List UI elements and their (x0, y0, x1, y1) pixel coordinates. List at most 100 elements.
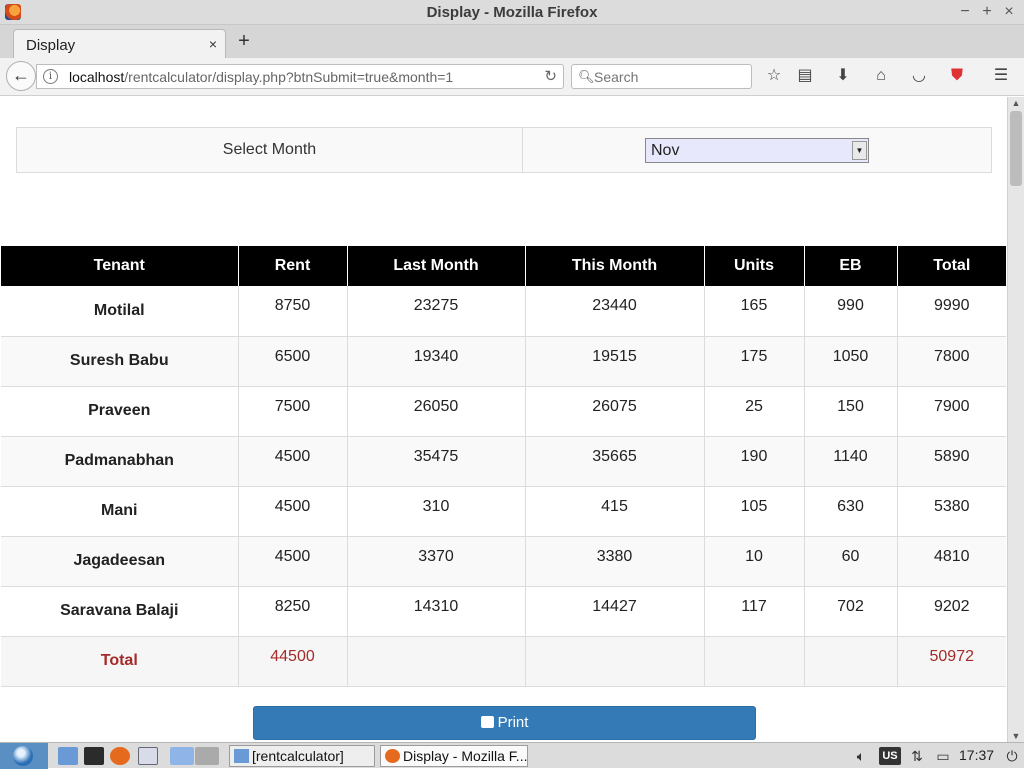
cell-total: 9990 (896, 286, 1006, 337)
table-row: Saravana Balaji 8250 14310 14427 117 702… (1, 586, 1006, 637)
url-bar[interactable]: i localhost/rentcalculator/display.php?b… (36, 64, 564, 89)
header-units: Units (703, 246, 804, 286)
cell-total: 4810 (896, 536, 1006, 587)
cell-tenant: Jagadeesan (1, 536, 238, 587)
cell-eb: 702 (803, 586, 897, 637)
task-label: [rentcalculator] (252, 748, 344, 764)
month-selector-table: Select Month Nov ▼ (16, 127, 992, 173)
bookmark-star-icon[interactable]: ☆ (764, 66, 784, 86)
cell-rent: 4500 (237, 536, 347, 587)
window-icon[interactable] (138, 747, 158, 765)
cell-this-month: 3380 (524, 536, 704, 587)
task-label: Display - Mozilla F... (403, 748, 528, 764)
url-text[interactable]: localhost/rentcalculator/display.php?btn… (69, 69, 453, 85)
cell-tenant: Praveen (1, 386, 238, 437)
cell-this-month: 415 (524, 486, 704, 537)
header-this-month: This Month (524, 246, 704, 286)
tab-label: Display (26, 37, 76, 54)
cell-eb: 990 (803, 286, 897, 337)
power-icon[interactable]: ⏻ (1003, 747, 1021, 765)
file-manager-icon[interactable] (58, 747, 78, 765)
printer-icon (480, 716, 494, 728)
cell-rent: 8250 (237, 586, 347, 637)
info-icon[interactable]: i (43, 69, 58, 84)
firefox-task-icon (385, 749, 400, 763)
table-row: Jagadeesan 4500 3370 3380 10 60 4810 (1, 536, 1006, 587)
table-header-row: Tenant Rent Last Month This Month Units … (1, 246, 1006, 286)
header-last-month: Last Month (346, 246, 525, 286)
rent-table: Tenant Rent Last Month This Month Units … (1, 246, 1006, 687)
cell-units: 190 (703, 436, 804, 487)
cell-this-month: 14427 (524, 586, 704, 637)
dropdown-arrow-icon[interactable]: ▼ (852, 140, 867, 160)
back-button[interactable]: ← (6, 61, 36, 91)
cell-total: 5890 (896, 436, 1006, 487)
window-title: Display - Mozilla Firefox (426, 4, 598, 21)
downloads-icon[interactable]: ⬇ (833, 66, 853, 86)
network-icon[interactable]: ⇅ (907, 747, 927, 765)
tab-display[interactable]: Display × (13, 29, 226, 59)
pocket-icon[interactable]: ◡ (909, 66, 929, 86)
close-window-button[interactable]: × (1000, 2, 1018, 22)
new-tab-button[interactable]: + (234, 31, 254, 51)
battery-icon[interactable]: ▭ (933, 747, 953, 765)
cell-last-month: 35475 (346, 436, 525, 487)
workspace-2-icon[interactable] (195, 747, 219, 765)
url-path: /rentcalculator/display.php?btnSubmit=tr… (124, 69, 454, 85)
cell-tenant: Mani (1, 486, 238, 537)
taskbar: [rentcalculator] Display - Mozilla F... … (0, 742, 1024, 769)
cell-units: 10 (703, 536, 804, 587)
table-row: Padmanabhan 4500 35475 35665 190 1140 58… (1, 436, 1006, 487)
cell-eb: 150 (803, 386, 897, 437)
vertical-scrollbar[interactable]: ▲ ▼ (1007, 97, 1024, 742)
table-row: Motilal 8750 23275 23440 165 990 9990 (1, 286, 1006, 337)
back-arrow-icon: ← (12, 65, 30, 85)
firefox-launcher-icon[interactable] (110, 747, 130, 765)
scroll-down-icon[interactable]: ▼ (1011, 731, 1021, 741)
cell-total: 7800 (896, 336, 1006, 387)
volume-icon[interactable]: 🔈︎ (851, 747, 871, 765)
search-icon: 🔍︎ (578, 69, 595, 84)
month-select[interactable]: Nov ▼ (645, 137, 869, 163)
print-button[interactable]: Print (253, 706, 756, 740)
cell-tenant: Suresh Babu (1, 336, 238, 387)
workspace-1-icon[interactable] (170, 747, 194, 765)
cell-units: 165 (703, 286, 804, 337)
cell-last-month: 310 (346, 486, 525, 537)
keyboard-layout[interactable]: US (879, 747, 901, 765)
cell-last-month: 19340 (346, 336, 525, 387)
maximize-button[interactable]: + (978, 2, 996, 22)
total-label: Total (1, 636, 238, 687)
start-orb-icon (13, 746, 33, 766)
cell-total: 7900 (896, 386, 1006, 437)
minimize-button[interactable]: − (956, 2, 974, 22)
total-row: Total 44500 50972 (1, 636, 1006, 687)
search-input[interactable] (594, 68, 744, 86)
grand-total: 50972 (896, 636, 1006, 687)
reading-list-icon[interactable]: ▤ (795, 66, 815, 86)
scroll-up-icon[interactable]: ▲ (1011, 98, 1021, 108)
month-select-value: Nov (651, 141, 680, 159)
cell-rent: 4500 (237, 436, 347, 487)
title-bar: Display - Mozilla Firefox − + × (0, 0, 1024, 25)
terminal-icon[interactable] (84, 747, 104, 765)
shield-icon[interactable]: ⛊ (947, 66, 967, 86)
reload-icon[interactable]: ↻ (544, 67, 557, 85)
folder-icon (234, 749, 249, 763)
cell-last-month: 26050 (346, 386, 525, 437)
task-firefox[interactable]: Display - Mozilla F... (380, 745, 528, 767)
cell-this-month: 19515 (524, 336, 704, 387)
page-content: Select Month Nov ▼ Tenant Rent Last Mont… (0, 97, 1007, 742)
navigation-bar: ← i localhost/rentcalculator/display.php… (0, 58, 1024, 96)
cell-last-month: 3370 (346, 536, 525, 587)
tab-close-button[interactable]: × (209, 36, 217, 52)
task-rentcalculator[interactable]: [rentcalculator] (229, 745, 375, 767)
start-menu-button[interactable] (0, 743, 48, 769)
cell-tenant: Padmanabhan (1, 436, 238, 487)
home-icon[interactable]: ⌂ (871, 66, 891, 86)
cell-rent: 8750 (237, 286, 347, 337)
menu-icon[interactable]: ☰ (991, 66, 1011, 86)
search-bar[interactable]: 🔍︎ (571, 64, 752, 89)
cell-last-month: 14310 (346, 586, 525, 637)
scrollbar-thumb[interactable] (1010, 111, 1022, 186)
